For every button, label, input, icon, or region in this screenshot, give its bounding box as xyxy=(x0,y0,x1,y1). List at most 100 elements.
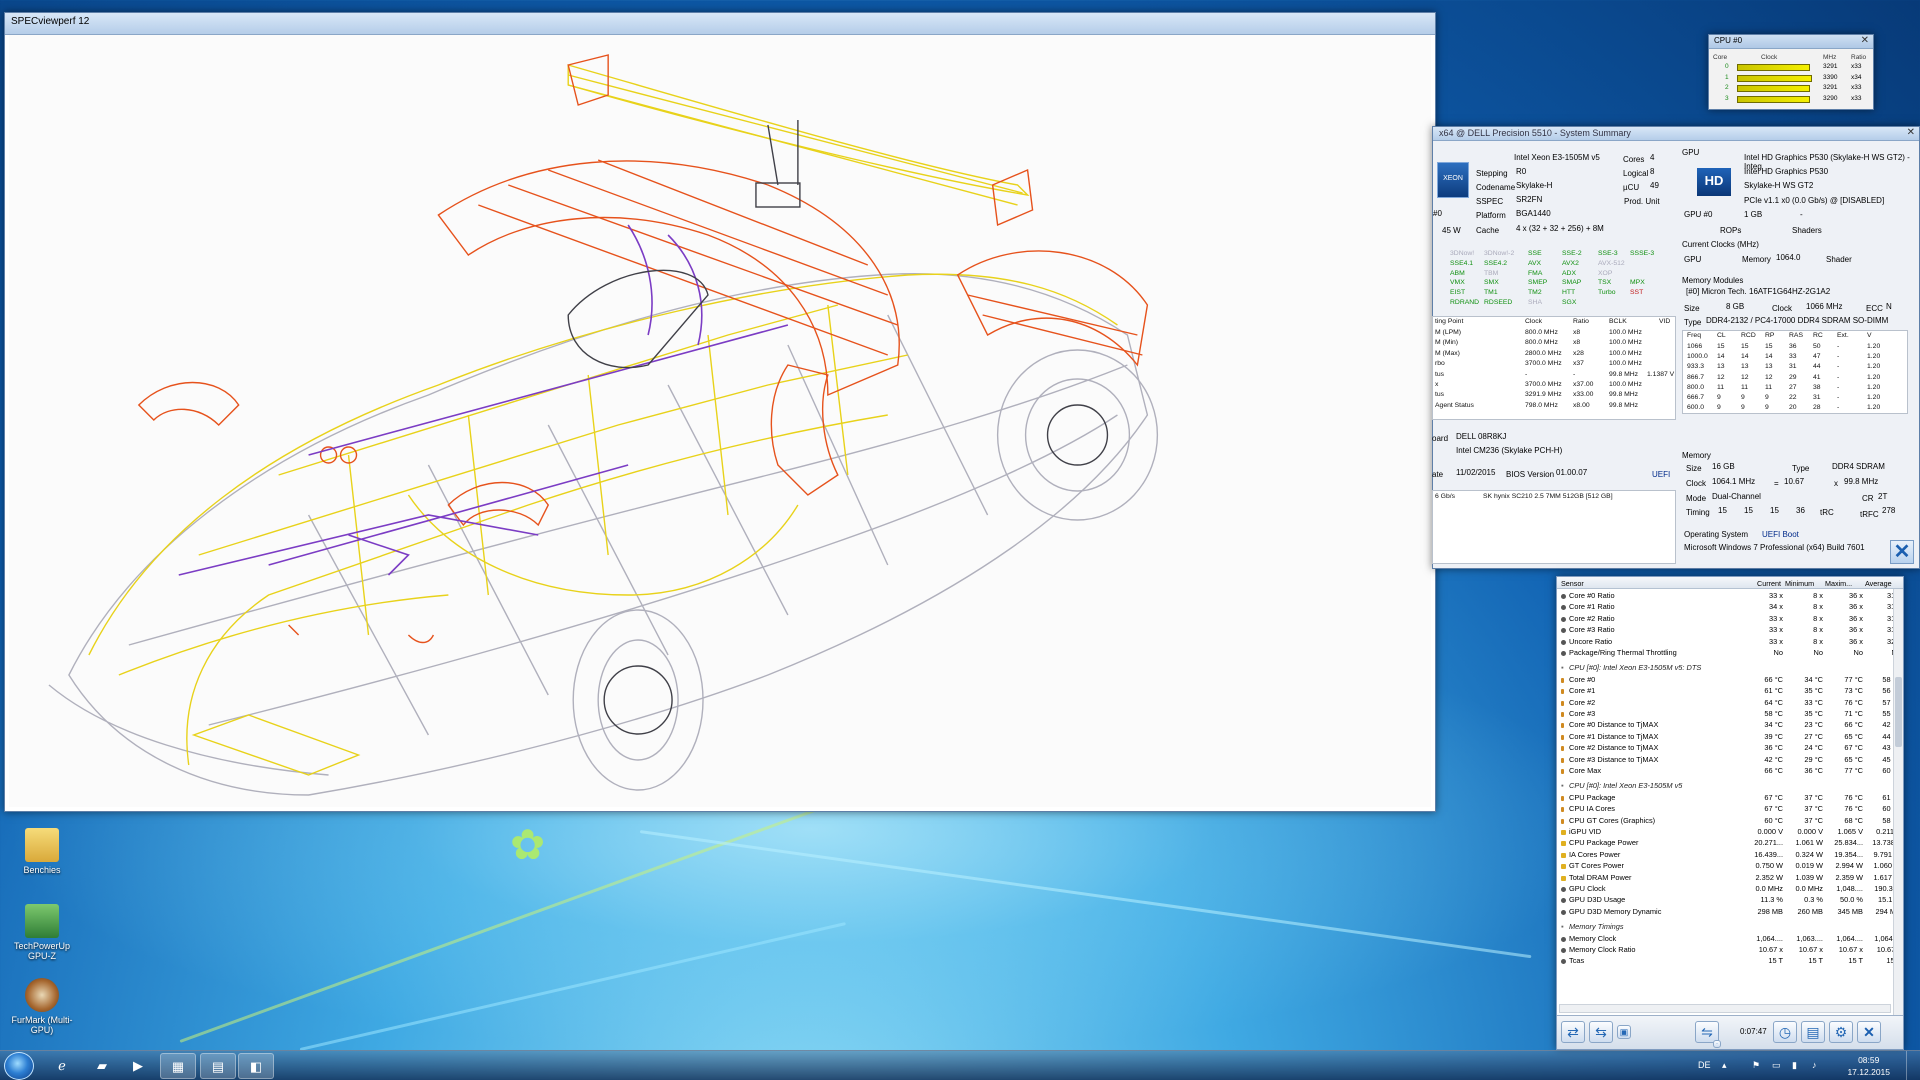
core-mhz: 3291 xyxy=(1823,84,1838,91)
module-select[interactable]: [#0] Micron Tech. 16ATF1G64HZ-2G1A2 xyxy=(1682,287,1908,296)
sensor-row[interactable]: Core #3 Distance to TjMAX 42 °C 29 °C 65 °C… xyxy=(1557,755,1901,766)
expand-arrows-icon[interactable]: ⇄ xyxy=(1561,1021,1585,1043)
internet-explorer-icon[interactable]: ℯ xyxy=(44,1053,80,1079)
sensor-row[interactable]: Core #0 66 °C 34 °C 77 °C 58 °C xyxy=(1557,675,1901,686)
sensor-row[interactable]: GT Cores Power 0.750 W 0.019 W 2.994 W 1.060… xyxy=(1557,861,1901,872)
sensor-group-header[interactable]: ▪ CPU [#0]: Intel Xeon E3-1505M v5 xyxy=(1557,781,1893,792)
sensor-row[interactable]: Core #3 58 °C 35 °C 71 °C 55 °C xyxy=(1557,709,1901,720)
cpu-feature-flag: TBM xyxy=(1484,269,1499,277)
table-cell: 800.0 MHz xyxy=(1525,329,1558,336)
table-row: tus 3291.9 MHz x33.00 99.8 MHz xyxy=(1433,391,1675,401)
summary-titlebar[interactable]: x64 @ DELL Precision 5510 - System Summa… xyxy=(1433,127,1919,141)
col-maximum[interactable]: Maxim... xyxy=(1825,579,1852,588)
col-current[interactable]: Current xyxy=(1757,579,1781,588)
taskbar-specviewperf[interactable]: ▦ xyxy=(160,1053,196,1079)
hwinfo-sensors-window[interactable]: Sensor Current Minimum Maxim... Average … xyxy=(1556,576,1904,1050)
specviewperf-window[interactable]: SPECviewperf 12 xyxy=(4,12,1436,812)
table-cell: 1.1387 V xyxy=(1647,370,1675,378)
network-icon[interactable]: ▮ xyxy=(1792,1060,1797,1071)
sensor-row[interactable]: Core #1 Distance to TjMAX 39 °C 27 °C 65 °C… xyxy=(1557,732,1901,743)
sensor-row[interactable]: GPU D3D Memory Dynamic 298 MB 260 MB 345 MB… xyxy=(1557,907,1901,918)
settings-icon[interactable]: ⚙ xyxy=(1829,1021,1853,1043)
sensor-row[interactable]: iGPU VID 0.000 V 0.000 V 1.065 V 0.211 V xyxy=(1557,827,1901,838)
taskbar-window[interactable]: ◧ xyxy=(238,1053,274,1079)
sensor-name: Core #1 Ratio xyxy=(1569,602,1615,612)
specviewperf-titlebar[interactable]: SPECviewperf 12 xyxy=(5,13,1435,35)
collapse-arrows-icon[interactable]: ⇆ xyxy=(1589,1021,1613,1043)
sensor-row[interactable]: CPU Package 67 °C 37 °C 76 °C 61 °C xyxy=(1557,793,1901,804)
sensor-icon xyxy=(1561,651,1566,656)
cpu-feature-flag: 3DNow!-2 xyxy=(1484,250,1515,257)
show-desktop-button[interactable] xyxy=(1906,1051,1920,1080)
sensor-row[interactable]: Tcas15 T15 T15 T15 T xyxy=(1557,956,1901,967)
close-icon[interactable]: ✕ xyxy=(1907,127,1915,138)
sensor-row[interactable]: Core #1 61 °C 35 °C 73 °C 56 °C xyxy=(1557,686,1901,697)
sensor-row[interactable]: Core Max 66 °C 36 °C 77 °C 60 °C xyxy=(1557,766,1901,777)
cpu-select[interactable]: #0 xyxy=(1433,209,1467,218)
sensor-row[interactable]: Total DRAM Power 2.352 W 1.039 W 2.359 W 1.6… xyxy=(1557,873,1901,884)
sensor-group-header[interactable]: ▪ CPU [#0]: Intel Xeon E3-1505M v5: DTS xyxy=(1557,663,1893,674)
gpu-select[interactable]: GPU #0 xyxy=(1684,210,1734,219)
table-header-cell: Ext. xyxy=(1837,332,1849,339)
table-cell: 50 xyxy=(1813,343,1821,350)
monitor-icon[interactable]: ▭ xyxy=(1772,1060,1781,1071)
small-toggle-icon[interactable]: · xyxy=(1713,1040,1721,1048)
chip-icon: ▪ xyxy=(1561,781,1564,791)
desktop-icon-furmark[interactable]: FurMark (Multi-GPU) xyxy=(2,978,82,1035)
table-cell: 800.0 MHz xyxy=(1525,339,1558,347)
col-minimum[interactable]: Minimum xyxy=(1785,579,1814,588)
sensor-row[interactable]: Uncore Ratio33 x8 x36 x32 x xyxy=(1557,637,1901,648)
desktop-icon-benchies[interactable]: Benchies xyxy=(2,828,82,875)
sensor-row[interactable]: Core #2 64 °C 33 °C 76 °C 57 °C xyxy=(1557,698,1901,709)
sensor-row[interactable]: CPU GT Cores (Graphics) 60 °C 37 °C 68 °C 58… xyxy=(1557,816,1901,827)
cpu-clock-widget[interactable]: CPU #0 ✕ Core Clock MHz Ratio 0 3291 x33 1 3… xyxy=(1708,34,1874,110)
close-icon[interactable]: ✕ xyxy=(1857,1021,1881,1043)
thermometer-icon xyxy=(1561,795,1564,801)
sensor-row[interactable]: Core #0 Distance to TjMAX 34 °C 23 °C 66 °C… xyxy=(1557,720,1901,731)
tray-chevron-icon[interactable]: ▴ xyxy=(1722,1060,1727,1071)
close-icon[interactable]: ✕ xyxy=(1861,35,1869,46)
col-average[interactable]: Average xyxy=(1865,579,1892,588)
flag-icon[interactable]: ⚑ xyxy=(1752,1060,1760,1071)
horizontal-scrollbar[interactable] xyxy=(1559,1004,1891,1013)
sensor-group-header[interactable]: ▪ Memory Timings xyxy=(1557,922,1893,933)
sensor-table-header[interactable]: Sensor Current Minimum Maxim... Average xyxy=(1557,577,1903,589)
sensor-row[interactable]: Core #0 Ratio33 x8 x36 x31 x xyxy=(1557,591,1901,602)
render-viewport[interactable] xyxy=(9,35,1431,807)
table-cell: 9 xyxy=(1741,394,1745,401)
clock-icon[interactable]: ◷ xyxy=(1773,1021,1797,1043)
sensor-row[interactable]: Core #2 Distance to TjMAX 36 °C 24 °C 67 °C… xyxy=(1557,743,1901,754)
cpu-widget-titlebar[interactable]: CPU #0 ✕ xyxy=(1709,35,1873,49)
col-sensor[interactable]: Sensor xyxy=(1561,579,1584,588)
sensor-row[interactable]: CPU Package Power 20.271... 1.061 W 25.834.… xyxy=(1557,838,1901,849)
sensor-row[interactable]: CPU IA Cores 67 °C 37 °C 76 °C 60 °C xyxy=(1557,804,1901,815)
taskbar-clock[interactable]: 08:59 17.12.2015 xyxy=(1847,1054,1890,1078)
sensor-row[interactable]: GPU Clock 0.0 MHz 0.0 MHz 1,048.... 190.3 ..… xyxy=(1557,884,1901,895)
desktop-icon-gpuz[interactable]: TechPowerUp GPU-Z xyxy=(2,904,82,961)
reset-icon[interactable]: ▣ xyxy=(1617,1025,1631,1039)
table-cell: 41 xyxy=(1813,373,1821,381)
sensor-row[interactable]: GPU D3D Usage 11.3 % 0.3 % 50.0 % 15.1 % xyxy=(1557,895,1901,906)
sensor-row[interactable]: IA Cores Power 16.439... 0.324 W 19.354... 9… xyxy=(1557,850,1901,861)
taskbar-hwinfo[interactable]: ▤ xyxy=(200,1053,236,1079)
sensor-row[interactable]: Core #2 Ratio33 x8 x36 x31 x xyxy=(1557,614,1901,625)
vertical-scrollbar[interactable] xyxy=(1893,589,1903,1015)
cpu-feature-flag: EIST xyxy=(1450,289,1466,297)
language-indicator[interactable]: DE xyxy=(1698,1060,1711,1070)
log-file-icon[interactable]: ▤ xyxy=(1801,1021,1825,1043)
thermometer-icon xyxy=(1561,807,1564,813)
cpu-feature-flag: SSE-2 xyxy=(1562,250,1582,257)
sensor-row[interactable]: Memory Clock Ratio 10.67 x 10.67 x 10.67 x1… xyxy=(1557,945,1901,956)
cpu-feature-flag: SMX xyxy=(1484,279,1499,287)
start-button[interactable] xyxy=(4,1052,34,1080)
sensor-row[interactable]: Package/Ring Thermal ThrottlingNoNoNoNo xyxy=(1557,648,1901,659)
table-row: 866.7 12 12 12 29 41 - 1.20 xyxy=(1683,374,1907,384)
volume-icon[interactable]: ♪ xyxy=(1812,1060,1817,1070)
sensor-row[interactable]: Core #1 Ratio34 x8 x36 x31 x xyxy=(1557,602,1901,613)
sensor-row[interactable]: Memory Clock 1,064.... 1,063.... 1,064.... 1… xyxy=(1557,934,1901,945)
media-player-icon[interactable]: ▶ xyxy=(120,1053,156,1079)
explorer-folder-icon[interactable]: ▰ xyxy=(84,1053,120,1079)
sensor-row[interactable]: Core #3 Ratio33 x8 x36 x31 x xyxy=(1557,625,1901,636)
scrollbar-thumb[interactable] xyxy=(1895,677,1902,747)
summary-close-button[interactable]: ✕ xyxy=(1890,540,1914,564)
